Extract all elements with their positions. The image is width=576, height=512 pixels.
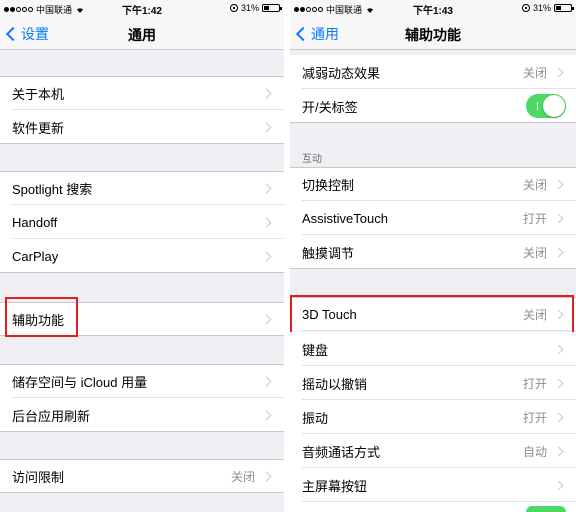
row-label: 开/关标签 (302, 99, 358, 115)
row-label: 后台应用刷新 (12, 408, 91, 424)
status-right: 31% (521, 3, 574, 13)
row-software-update[interactable]: 软件更新 (0, 110, 284, 144)
status-bar: 中国联通 下午1:42 31% (0, 0, 284, 17)
row-label: 音频通话方式 (302, 444, 381, 460)
row-label: Handoff (12, 214, 58, 230)
page-title: 辅助功能 (405, 27, 461, 43)
chevron-right-icon (261, 314, 272, 324)
row-label: 摇动以撤销 (302, 376, 368, 392)
row-restrictions[interactable]: 访问限制 关闭 (0, 459, 284, 493)
accessibility-highlight-box (5, 297, 78, 337)
row-label: 触摸调节 (302, 245, 355, 261)
orientation-lock-icon (229, 4, 238, 12)
row-home-button[interactable]: 主屏幕按钮 (290, 468, 576, 502)
chevron-right-icon (553, 67, 564, 77)
battery-percent: 31% (532, 3, 551, 13)
row-value: 关闭 (230, 469, 255, 484)
row-on-off-labels: 开/关标签 (290, 89, 576, 123)
chevron-right-icon (553, 213, 564, 223)
row-about[interactable]: 关于本机 (0, 76, 284, 110)
row-vibration[interactable]: 振动 打开 (290, 400, 576, 434)
row-call-audio-routing[interactable]: 音频通话方式 自动 (290, 434, 576, 468)
accessibility-settings-screen: 中国联通 下午1:43 31% 通用 辅助功能 减弱动态效果 关闭 开/关标签 互… (290, 0, 576, 512)
row-value: 关闭 (522, 65, 547, 80)
battery-percent: 31% (240, 3, 259, 13)
chevron-right-icon (261, 471, 272, 481)
3d-touch-highlight-box (290, 295, 574, 337)
partial-row (290, 502, 576, 512)
row-touch-accommodations[interactable]: 触摸调节 关闭 (290, 235, 576, 269)
chevron-right-icon (261, 217, 272, 227)
chevron-right-icon (553, 179, 564, 189)
page-title: 通用 (128, 27, 156, 43)
row-handoff[interactable]: Handoff (0, 205, 284, 239)
row-carplay[interactable]: CarPlay (0, 239, 284, 273)
orientation-lock-icon (521, 4, 530, 12)
chevron-right-icon (553, 344, 564, 354)
row-value: 打开 (522, 410, 547, 425)
row-label: 主屏幕按钮 (302, 478, 368, 494)
status-right: 31% (229, 3, 282, 13)
chevron-right-icon (261, 251, 272, 261)
battery-icon (554, 4, 574, 12)
status-bar: 中国联通 下午1:43 31% (290, 0, 576, 17)
chevron-right-icon (261, 376, 272, 386)
toggle-on-marker (537, 102, 538, 110)
row-storage-icloud-usage[interactable]: 储存空间与 iCloud 用量 (0, 364, 284, 398)
row-label: 软件更新 (12, 120, 65, 136)
chevron-right-icon (261, 183, 272, 193)
toggle-knob (543, 95, 565, 117)
row-value: 打开 (522, 376, 547, 391)
section-header-interaction: 互动 (302, 154, 322, 165)
row-value: 打开 (522, 211, 547, 226)
row-label: 键盘 (302, 342, 329, 358)
row-value: 关闭 (522, 177, 547, 192)
row-reduce-motion[interactable]: 减弱动态效果 关闭 (290, 55, 576, 89)
row-label: Spotlight 搜索 (12, 181, 93, 197)
row-label: CarPlay (12, 248, 59, 264)
row-value: 关闭 (522, 245, 547, 260)
chevron-right-icon (553, 247, 564, 257)
row-switch-control[interactable]: 切换控制 关闭 (290, 167, 576, 201)
chevron-right-icon (553, 480, 564, 490)
row-label: 减弱动态效果 (302, 65, 381, 81)
partial-toggle (526, 506, 566, 512)
row-value: 自动 (522, 444, 547, 459)
row-keyboard[interactable]: 键盘 (290, 332, 576, 366)
battery-icon (262, 4, 282, 12)
row-label: 关于本机 (12, 86, 65, 102)
row-label: 储存空间与 iCloud 用量 (12, 374, 148, 390)
row-assistivetouch[interactable]: AssistiveTouch 打开 (290, 201, 576, 235)
navigation-bar: 设置 通用 (0, 16, 284, 50)
chevron-right-icon (261, 88, 272, 98)
row-shake-to-undo[interactable]: 摇动以撤销 打开 (290, 366, 576, 400)
chevron-right-icon (553, 446, 564, 456)
row-label: 振动 (302, 410, 329, 426)
row-label: 访问限制 (12, 469, 65, 485)
on-off-labels-toggle[interactable] (526, 94, 566, 118)
chevron-right-icon (553, 412, 564, 422)
chevron-right-icon (261, 122, 272, 132)
row-label: 切换控制 (302, 177, 355, 193)
general-settings-screen: 中国联通 下午1:42 31% 设置 通用 关于本机 软件更新 Spotligh… (0, 0, 284, 512)
row-label: AssistiveTouch (302, 210, 388, 226)
row-spotlight-search[interactable]: Spotlight 搜索 (0, 171, 284, 205)
chevron-right-icon (261, 410, 272, 420)
row-background-app-refresh[interactable]: 后台应用刷新 (0, 398, 284, 432)
chevron-right-icon (553, 378, 564, 388)
navigation-bar: 通用 辅助功能 (290, 16, 576, 50)
